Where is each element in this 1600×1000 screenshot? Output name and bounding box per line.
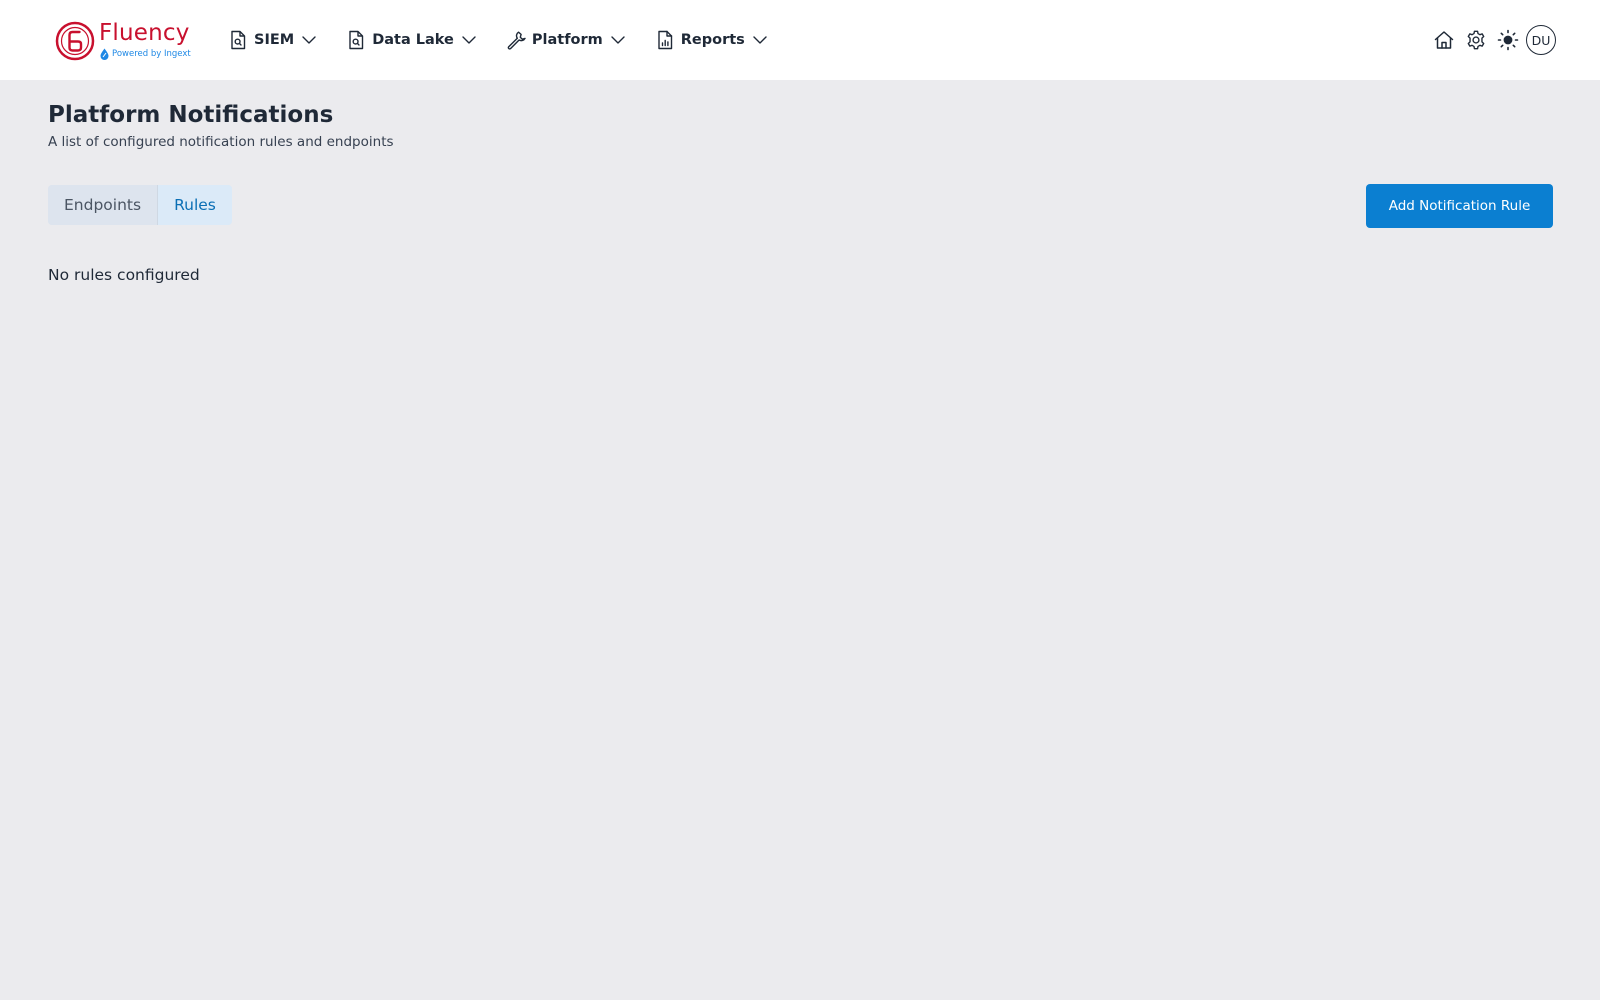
nav-label-platform: Platform [531,32,603,48]
document-search-icon [346,30,366,50]
chevron-down-icon [751,31,769,49]
brand-tagline-row: Powered by Ingext [99,48,191,60]
main-nav: SIEM Data Lake Platform Reports [228,24,797,56]
notification-tabs: Endpoints Rules [48,185,232,225]
brand-tagline: Powered by Ingext [112,48,191,59]
nav-label-reports: Reports [680,32,745,48]
ingext-drop-icon [100,48,109,60]
nav-item-data-lake[interactable]: Data Lake [346,24,478,56]
nav-label-siem: SIEM [254,32,295,48]
chevron-down-icon [460,31,478,49]
top-navigation-bar: Fluency Powered by Ingext SIEM Data Lake… [0,0,1600,80]
document-search-icon [228,30,248,50]
page-title: Platform Notifications [48,102,334,128]
document-chart-icon [655,30,675,50]
nav-item-platform[interactable]: Platform [506,24,627,56]
gear-icon[interactable] [1464,28,1488,52]
nav-item-siem[interactable]: SIEM [228,24,318,56]
brand-name: Fluency [99,20,190,46]
brand-logo[interactable]: Fluency Powered by Ingext [55,20,195,62]
nav-item-reports[interactable]: Reports [655,24,769,56]
tab-endpoints[interactable]: Endpoints [48,185,159,225]
chevron-down-icon [609,31,627,49]
sun-icon[interactable] [1496,28,1520,52]
brand-text: Fluency Powered by Ingext [99,22,191,60]
home-icon[interactable] [1432,28,1456,52]
wrench-icon [506,30,526,50]
page-subtitle: A list of configured notification rules … [48,134,394,150]
fluency-logo-icon [55,21,95,61]
user-avatar[interactable]: DU [1526,25,1556,55]
add-notification-rule-button[interactable]: Add Notification Rule [1366,184,1553,228]
nav-label-data-lake: Data Lake [372,32,454,48]
empty-state-message: No rules configured [48,266,200,284]
header-tools: DU [1424,24,1556,56]
tab-rules[interactable]: Rules [158,185,232,225]
chevron-down-icon [300,31,318,49]
